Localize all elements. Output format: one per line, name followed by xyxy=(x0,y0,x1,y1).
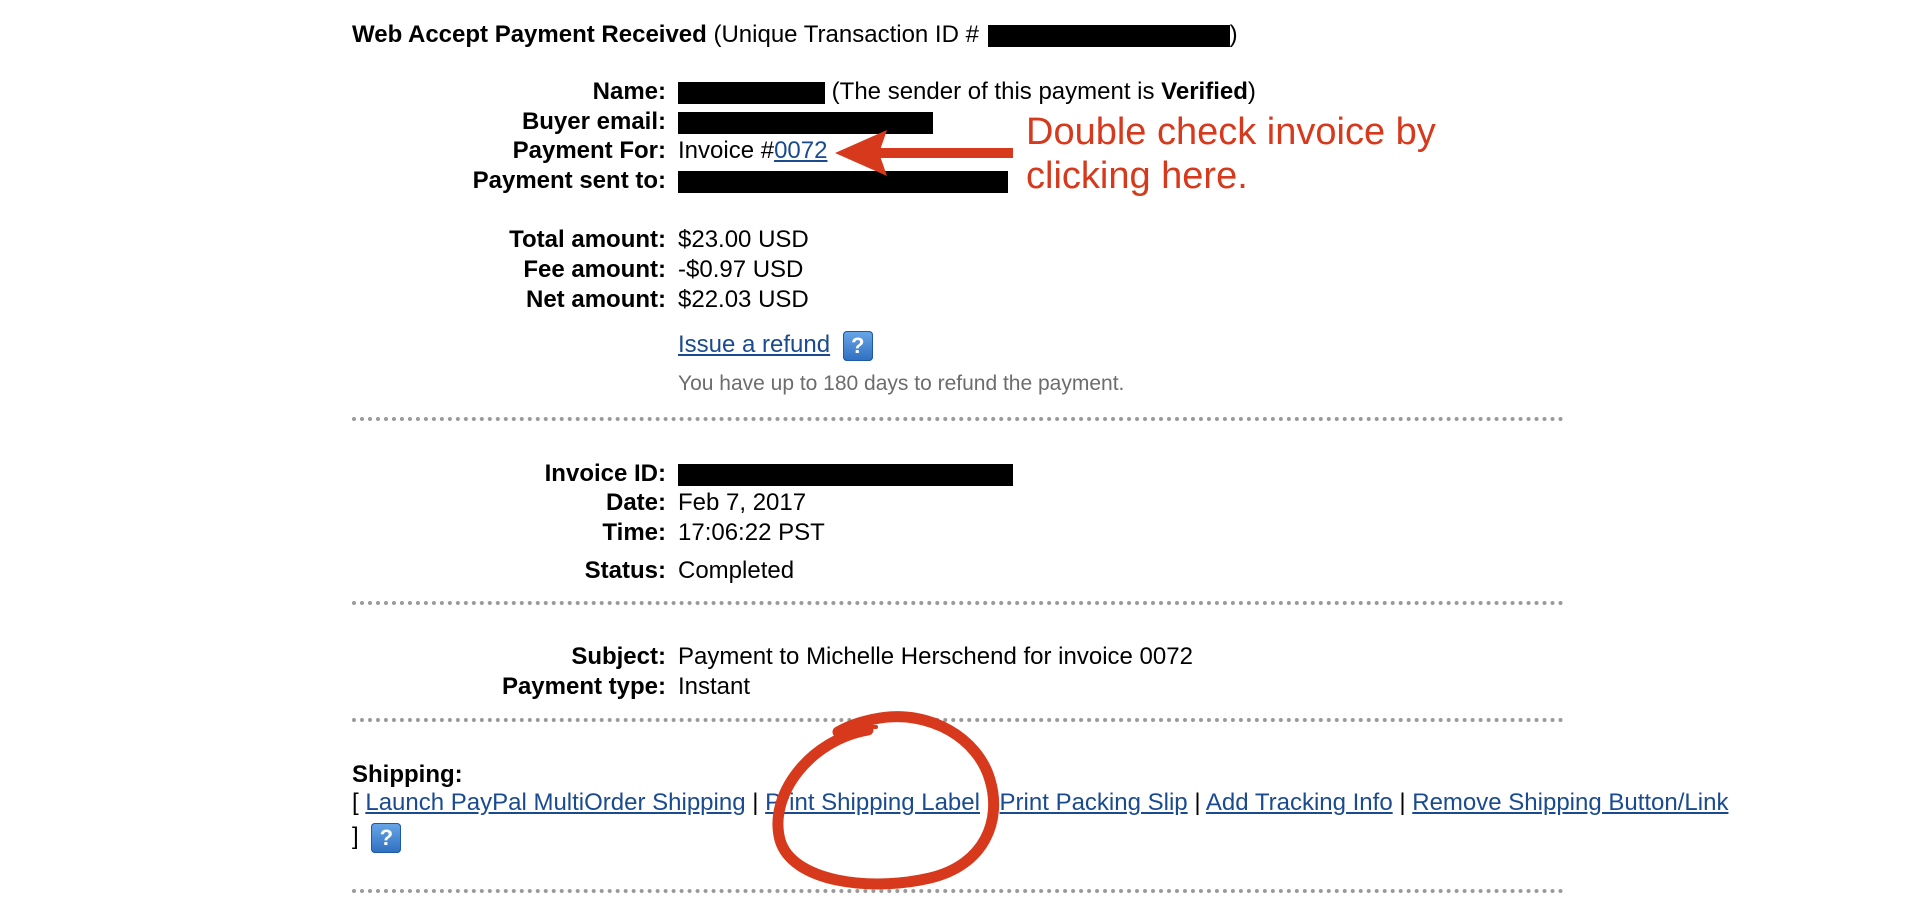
shipping-title: Shipping: xyxy=(352,761,463,788)
time-label: Time: xyxy=(602,519,666,546)
annotation-line-2: clicking here. xyxy=(1026,155,1248,197)
date-row: Date: Feb 7, 2017 xyxy=(352,488,1582,518)
date-value: Feb 7, 2017 xyxy=(678,489,807,516)
date-label: Date: xyxy=(605,489,666,516)
sender-note-prefix: (The sender of this payment is xyxy=(831,78,1155,105)
invoice-link[interactable]: 0072 xyxy=(774,137,827,164)
launch-multiorder-shipping-link[interactable]: Launch PayPal MultiOrder Shipping xyxy=(365,789,745,816)
subject-value: Payment to Michelle Herschend for invoic… xyxy=(678,643,1193,670)
section-divider xyxy=(352,889,1564,893)
net-amount-row: Net amount: $22.03 USD xyxy=(352,285,1582,315)
fee-amount-row: Fee amount: -$0.97 USD xyxy=(352,255,1582,285)
net-amount-value: $22.03 USD xyxy=(678,286,809,313)
refund-row: Issue a refund ? xyxy=(678,329,873,361)
issue-refund-link[interactable]: Issue a refund xyxy=(678,331,830,358)
add-tracking-info-link[interactable]: Add Tracking Info xyxy=(1206,789,1393,816)
name-label: Name: xyxy=(592,78,666,105)
fee-amount-label: Fee amount: xyxy=(523,256,666,283)
status-value: Completed xyxy=(678,557,795,584)
sender-note-suffix: ) xyxy=(1247,78,1256,105)
circle-highlight-icon xyxy=(772,711,1000,890)
payment-type-value: Instant xyxy=(678,673,751,700)
section-divider xyxy=(352,601,1564,605)
redacted-transaction-id xyxy=(987,24,1230,47)
net-amount-label: Net amount: xyxy=(526,286,666,313)
shipping-links-line-1: [ Launch PayPal MultiOrder Shipping | Pr… xyxy=(352,788,1728,817)
help-question-icon[interactable]: ? xyxy=(842,330,873,361)
subject-label: Subject: xyxy=(571,643,666,670)
page-title: Web Accept Payment Received xyxy=(352,21,707,48)
total-amount-value: $23.00 USD xyxy=(678,226,809,253)
shipping-links-line-2: ] ? xyxy=(352,822,402,853)
sender-status: Verified xyxy=(1161,78,1248,105)
close-bracket: ] xyxy=(352,823,359,850)
invoice-id-row: Invoice ID: xyxy=(352,459,1582,489)
buyer-email-label: Buyer email: xyxy=(521,108,666,135)
time-row: Time: 17:06:22 PST xyxy=(352,518,1582,548)
time-value: 17:06:22 PST xyxy=(678,519,825,546)
redacted-name xyxy=(678,81,825,104)
payment-sent-to-label: Payment sent to: xyxy=(472,167,666,194)
annotation-text: Double check invoice by clicking here. xyxy=(1026,110,1436,198)
refund-note: You have up to 180 days to refund the pa… xyxy=(678,372,1125,395)
print-packing-slip-link[interactable]: Print Packing Slip xyxy=(1000,789,1188,816)
transaction-id-suffix: ) xyxy=(1229,21,1238,48)
help-question-icon[interactable]: ? xyxy=(371,822,402,853)
redacted-invoice-id xyxy=(678,463,1013,486)
remove-shipping-button-link[interactable]: Remove Shipping Button/Link xyxy=(1412,789,1728,816)
left-arrow-icon xyxy=(835,130,1013,176)
name-row: Name: (The sender of this payment is Ver… xyxy=(352,77,1582,107)
link-separator: | xyxy=(1194,789,1201,816)
page-header: Web Accept Payment Received (Unique Tran… xyxy=(352,20,1238,50)
status-label: Status: xyxy=(584,557,666,584)
link-separator: | xyxy=(1399,789,1406,816)
section-divider xyxy=(352,417,1564,421)
payment-type-row: Payment type: Instant xyxy=(352,672,1582,702)
annotation-line-1: Double check invoice by xyxy=(1026,111,1436,153)
invoice-id-label: Invoice ID: xyxy=(544,460,666,487)
status-row: Status: Completed xyxy=(352,556,1582,586)
total-amount-row: Total amount: $23.00 USD xyxy=(352,225,1582,255)
payment-for-label: Payment For: xyxy=(512,137,666,164)
payment-type-label: Payment type: xyxy=(501,673,666,700)
total-amount-label: Total amount: xyxy=(509,226,666,253)
open-bracket: [ xyxy=(352,789,359,816)
transaction-id-prefix: (Unique Transaction ID # xyxy=(713,21,979,48)
subject-row: Subject: Payment to Michelle Herschend f… xyxy=(352,642,1582,672)
invoice-prefix: Invoice # xyxy=(678,137,775,164)
fee-amount-value: -$0.97 USD xyxy=(678,256,804,283)
